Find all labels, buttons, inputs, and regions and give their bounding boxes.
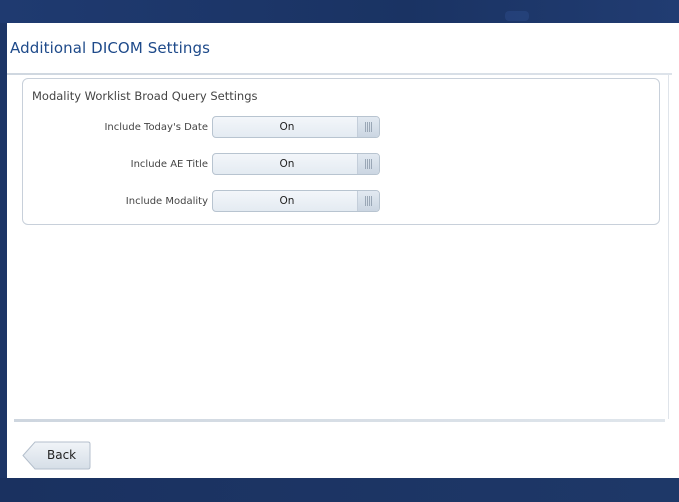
setting-label-include-ae-title: Include AE Title <box>130 159 208 170</box>
grip-lines-icon[interactable] <box>357 117 379 137</box>
back-button-label: Back <box>47 448 77 462</box>
top-bar-smudge <box>505 11 529 21</box>
window-top-bar <box>0 0 679 23</box>
grip-lines-icon[interactable] <box>357 154 379 174</box>
page-title: Additional DICOM Settings <box>10 39 211 57</box>
toggle-include-modality[interactable]: On <box>212 190 380 212</box>
setting-label-include-modality: Include Modality <box>125 196 208 207</box>
toggle-value: On <box>279 121 295 133</box>
toggle-value: On <box>279 158 295 170</box>
toggle-include-todays-date[interactable]: On <box>212 116 380 138</box>
bottom-divider <box>14 419 665 422</box>
toggle-include-ae-title[interactable]: On <box>212 153 380 175</box>
toggle-value: On <box>279 195 295 207</box>
settings-panel: Additional DICOM Settings Modality Workl… <box>7 23 679 478</box>
window-bottom-bar <box>0 478 679 502</box>
back-button[interactable]: Back <box>22 441 91 470</box>
group-title: Modality Worklist Broad Query Settings <box>32 89 258 103</box>
modality-worklist-group: Modality Worklist Broad Query Settings I… <box>22 78 660 225</box>
grip-lines-icon[interactable] <box>357 191 379 211</box>
setting-label-include-todays-date: Include Today's Date <box>104 122 208 133</box>
right-edge-line <box>668 75 669 419</box>
title-divider <box>7 73 672 75</box>
